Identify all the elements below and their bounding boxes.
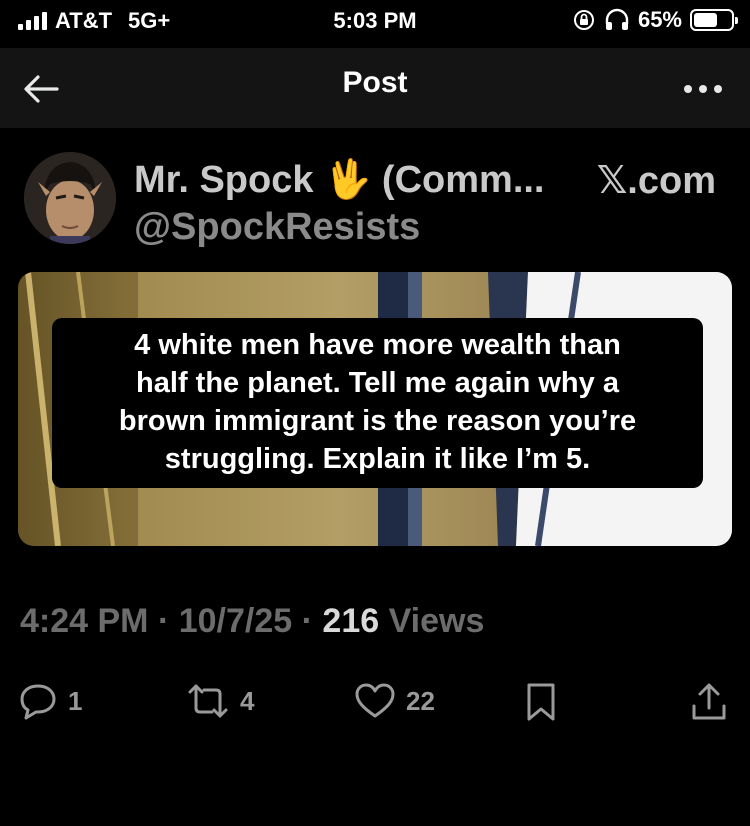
post-time: 4:24 PM	[20, 602, 149, 640]
avatar-portrait	[24, 152, 116, 244]
bookmark-button[interactable]	[524, 682, 558, 722]
repost-count: 4	[240, 685, 255, 716]
orientation-lock-icon	[573, 10, 594, 30]
status-bar: AT&T 5G+ 5:03 PM 65%	[0, 0, 750, 40]
like-button[interactable]: 22	[354, 682, 435, 720]
battery-percent: 65%	[637, 7, 682, 32]
top-nav: Post	[0, 48, 750, 128]
meta-separator: ·	[301, 602, 313, 640]
avatar[interactable]	[24, 152, 116, 244]
views-label[interactable]: Views	[389, 602, 485, 640]
share-button[interactable]	[690, 682, 728, 722]
caption-line: brown immigrant is the reason you’re	[118, 405, 637, 437]
caption-line: struggling. Explain it like I’m 5.	[164, 443, 591, 475]
like-count: 22	[406, 685, 435, 716]
post-date: 10/7/25	[178, 602, 293, 640]
meta-separator: ·	[157, 602, 170, 640]
media-caption: 4 white men have more wealth than half t…	[52, 318, 703, 488]
battery-fill	[694, 13, 718, 27]
caption-line: half the planet. Tell me again why a	[136, 367, 619, 399]
reply-count: 1	[68, 685, 83, 716]
bookmark-icon	[527, 683, 555, 721]
post-media[interactable]: 4 white men have more wealth than half t…	[18, 272, 732, 546]
heart-icon	[355, 683, 395, 718]
caption-line: 4 white men have more wealth than	[134, 329, 621, 361]
ellipsis-icon	[684, 85, 722, 93]
headphones-icon	[605, 8, 629, 30]
post-meta: 4:24 PM · 10/7/25 · 216 Views	[20, 602, 484, 641]
reply-button[interactable]: 1	[18, 682, 82, 720]
battery-icon	[690, 9, 738, 31]
repost-icon	[188, 684, 228, 718]
repost-button[interactable]: 4	[186, 682, 254, 720]
more-options-button[interactable]	[678, 66, 728, 112]
views-count[interactable]: 216	[322, 602, 379, 640]
post-screen: AT&T 5G+ 5:03 PM 65% Post Mr. Spock 🖖 (C…	[0, 0, 750, 826]
reply-icon	[20, 684, 56, 720]
page-title: Post	[342, 66, 408, 99]
author-handle[interactable]: @SpockResists	[134, 206, 420, 249]
author-display-name[interactable]: Mr. Spock 🖖 (Comm...	[134, 158, 545, 202]
status-right: 65%	[572, 7, 738, 33]
share-icon	[692, 683, 726, 720]
source-label[interactable]: 𝕏.com	[597, 158, 716, 203]
